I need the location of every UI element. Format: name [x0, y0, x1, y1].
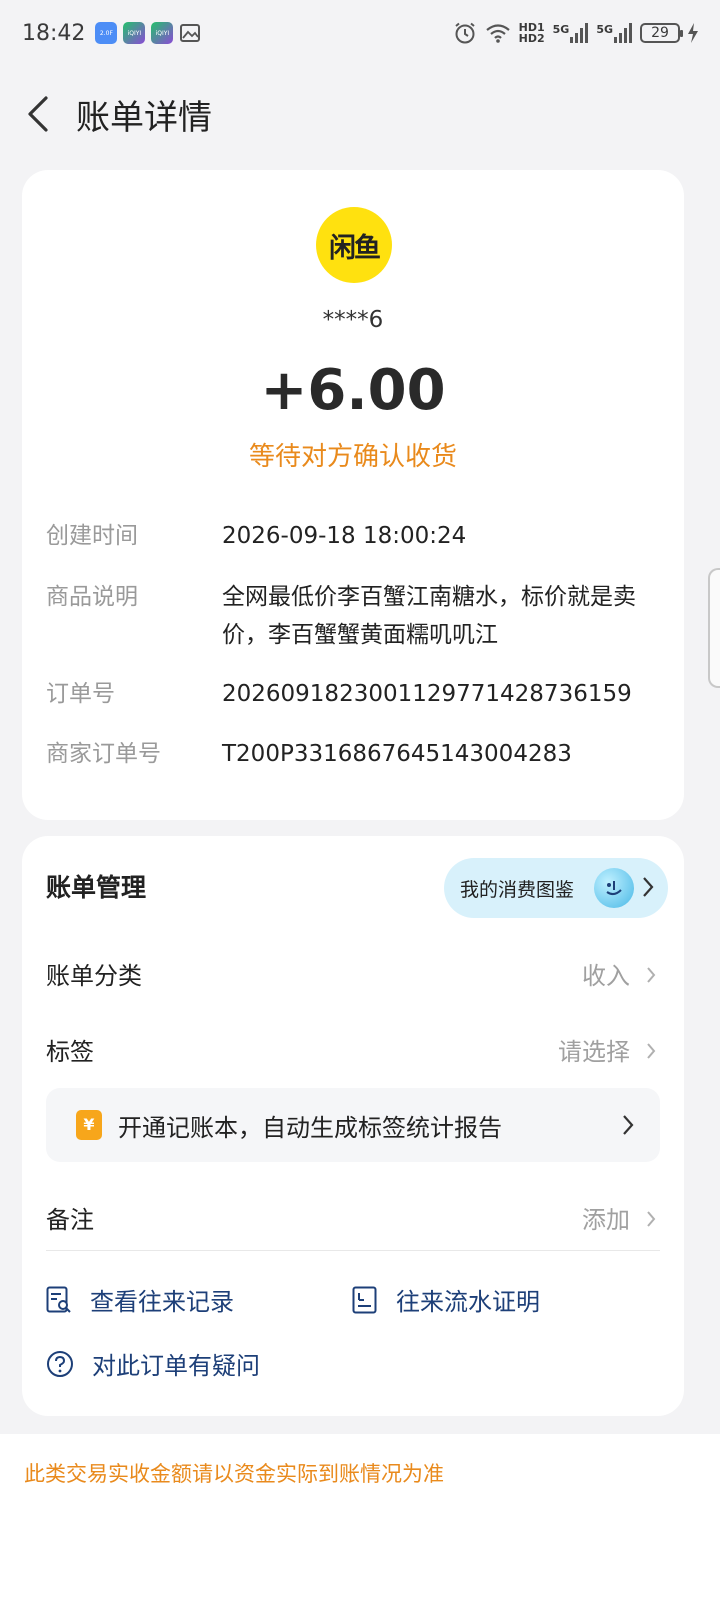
view-history-link[interactable]: 查看往来记录 [46, 1282, 234, 1317]
detail-row-created-time: 创建时间 2026-09-18 18:00:24 [46, 517, 666, 557]
detail-value: 2026091823001129771428736159 [222, 681, 632, 707]
detail-value: 全网最低价李百蟹江南糖水，标价就是卖价，李百蟹蟹黄面糯叽叽江 [222, 584, 636, 648]
signal-5g-2: 5G [596, 23, 632, 43]
tag-label: 标签 [46, 1038, 94, 1066]
transaction-status: 等待对方确认收货 [248, 442, 457, 472]
iqiyi-notification-icon-2: iQIYI [151, 22, 174, 44]
tag-value: 请选择 [558, 1038, 630, 1066]
chevron-right-icon [647, 1211, 656, 1227]
detail-label: 订单号 [46, 681, 115, 707]
divider [46, 1250, 660, 1251]
signal-5g-1: 5G [553, 23, 589, 43]
detail-label: 商品说明 [46, 584, 138, 610]
merchant-logo: 闲鱼 [316, 207, 392, 283]
charging-icon [688, 23, 698, 43]
network-type-label: 5G [552, 23, 570, 36]
detail-label: 创建时间 [46, 523, 138, 549]
detail-row-description: 商品说明 全网最低价李百蟹江南糖水，标价就是卖价，李百蟹蟹黄面糯叽叽江 [46, 578, 666, 658]
record-search-icon [46, 1286, 71, 1313]
detail-label: 商家订单号 [46, 741, 161, 767]
flow-proof-link[interactable]: 往来流水证明 [352, 1282, 540, 1317]
footer-notice-text: 此类交易实收金额请以资金实际到账情况为准 [24, 1462, 444, 1486]
chevron-right-icon [643, 877, 654, 897]
notification-app-icon: 2.0F [95, 22, 118, 44]
chevron-right-icon [647, 1043, 656, 1059]
mascot-icon [594, 868, 634, 908]
detail-value: T200P3316867645143004283 [222, 741, 572, 767]
question-circle-icon [47, 1350, 73, 1377]
signal-icon-2 [614, 23, 632, 43]
back-arrow-icon[interactable] [24, 94, 54, 134]
section-title: 账单管理 [46, 873, 147, 902]
transaction-card: 闲鱼 ****6 +6.00 等待对方确认收货 创建时间 2026-09-18 … [22, 170, 684, 820]
bill-category-label: 账单分类 [46, 962, 142, 990]
bill-category-row[interactable]: 账单分类 收入 [46, 956, 660, 996]
battery-indicator: 29 [640, 23, 683, 43]
order-question-link[interactable]: 对此订单有疑问 [46, 1346, 260, 1381]
network-type-label-2: 5G [596, 23, 613, 36]
status-bar-right: HD1 HD2 5G 5G 29 [453, 21, 698, 45]
order-question-label: 对此订单有疑问 [92, 1352, 260, 1380]
note-row[interactable]: 备注 添加 [46, 1200, 660, 1240]
page-title: 账单详情 [76, 98, 212, 138]
status-time: 18:42 [22, 20, 86, 46]
detail-value: 2026-09-18 18:00:24 [222, 523, 467, 549]
view-history-label: 查看往来记录 [90, 1288, 234, 1316]
gallery-icon [180, 24, 201, 42]
document-proof-icon [352, 1286, 377, 1313]
note-value: 添加 [582, 1206, 630, 1234]
tag-row[interactable]: 标签 请选择 [46, 1032, 660, 1072]
bookkeeping-promo-banner[interactable]: ¥ 开通记账本，自动生成标签统计报告 [46, 1088, 660, 1162]
flow-proof-label: 往来流水证明 [396, 1288, 540, 1316]
alarm-icon [454, 22, 475, 44]
chevron-right-icon [623, 1115, 634, 1135]
consumption-atlas-label: 我的消费图鉴 [460, 878, 575, 901]
payee-name: ****6 [322, 307, 384, 333]
detail-row-merchant-order-number: 商家订单号 T200P3316867645143004283 [46, 735, 666, 775]
app-header: 账单详情 [0, 80, 720, 146]
note-label: 备注 [46, 1206, 94, 1234]
wifi-icon [485, 24, 510, 43]
hd-indicator: HD1 HD2 [519, 22, 545, 44]
status-bar-left: 18:42 2.0F iQIYI iQIYI [22, 21, 201, 46]
transaction-amount: +6.00 [260, 358, 446, 423]
chevron-right-icon [647, 967, 656, 983]
status-bar: 18:42 2.0F iQIYI iQIYI HD1 HD2 5G 5G 29 [0, 0, 720, 66]
bill-category-value: 收入 [582, 962, 630, 990]
iqiyi-notification-icon: iQIYI [123, 22, 146, 44]
signal-icon [570, 23, 589, 43]
ledger-yuan-icon: ¥ [76, 1110, 102, 1140]
side-edge-handle[interactable] [708, 568, 720, 688]
hd-bottom-label: HD2 [518, 32, 545, 45]
consumption-atlas-button[interactable]: 我的消费图鉴 [444, 858, 668, 918]
footer-notice: 此类交易实收金额请以资金实际到账情况为准 [0, 1434, 720, 1600]
detail-row-order-number: 订单号 2026091823001129771428736159 [46, 675, 666, 715]
promo-text: 开通记账本，自动生成标签统计报告 [118, 1114, 502, 1142]
bill-management-card: 账单管理 我的消费图鉴 账单分类 收入 标签 请选择 ¥ 开通记账本，自动生成标… [22, 836, 684, 1416]
